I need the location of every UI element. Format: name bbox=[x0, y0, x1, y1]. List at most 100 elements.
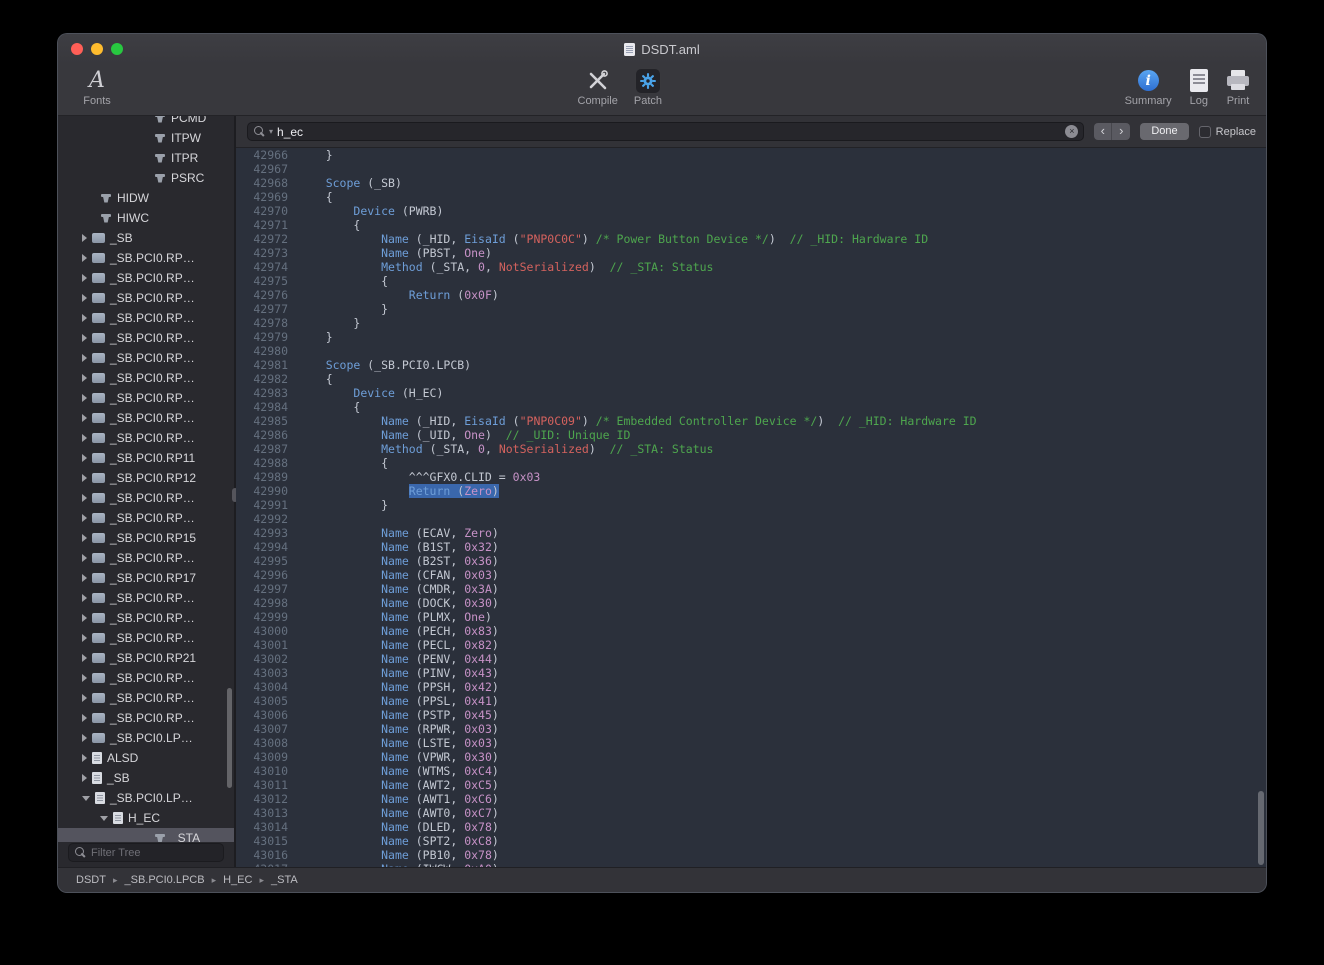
disclosure-triangle-icon[interactable] bbox=[82, 314, 87, 322]
disclosure-triangle-icon[interactable] bbox=[82, 614, 87, 622]
disclosure-triangle-icon[interactable] bbox=[82, 294, 87, 302]
disclosure-triangle-icon[interactable] bbox=[82, 594, 87, 602]
sidebar-item-_sb-pci0-lp-[interactable]: _SB.PCI0.LP… bbox=[58, 788, 234, 808]
replace-toggle[interactable]: Replace bbox=[1199, 126, 1256, 138]
patch-button[interactable]: Patch bbox=[634, 67, 662, 107]
sidebar-item-_sb-pci0-rp-[interactable]: _SB.PCI0.RP… bbox=[58, 608, 234, 628]
sidebar-item-_sb-pci0-rp17[interactable]: _SB.PCI0.RP17 bbox=[58, 568, 234, 588]
filter-tree-field[interactable]: Filter Tree bbox=[68, 843, 224, 862]
summary-button[interactable]: i Summary bbox=[1125, 67, 1172, 107]
sidebar-item-_sb-pci0-rp-[interactable]: _SB.PCI0.RP… bbox=[58, 708, 234, 728]
breadcrumb-item[interactable]: H_EC bbox=[223, 874, 252, 886]
sidebar-item-_sb-pci0-rp15[interactable]: _SB.PCI0.RP15 bbox=[58, 528, 234, 548]
titlebar[interactable]: DSDT.aml bbox=[58, 34, 1266, 64]
sidebar-item-_sb-pci0-rp-[interactable]: _SB.PCI0.RP… bbox=[58, 688, 234, 708]
sidebar-item-_sb-pci0-rp-[interactable]: _SB.PCI0.RP… bbox=[58, 408, 234, 428]
breadcrumb-item[interactable]: _STA bbox=[271, 874, 298, 886]
search-input[interactable]: h_ec bbox=[277, 125, 1061, 139]
tree-item-label: _SB.PCI0.RP… bbox=[110, 611, 195, 625]
log-button[interactable]: Log bbox=[1190, 67, 1208, 107]
sidebar-item-_sb-pci0-rp12[interactable]: _SB.PCI0.RP12 bbox=[58, 468, 234, 488]
disclosure-triangle-icon[interactable] bbox=[82, 514, 87, 522]
disclosure-triangle-icon[interactable] bbox=[82, 554, 87, 562]
disclosure-triangle-icon[interactable] bbox=[82, 234, 87, 242]
sidebar-item-h_ec[interactable]: H_EC bbox=[58, 808, 234, 828]
disclosure-triangle-icon[interactable] bbox=[82, 394, 87, 402]
clear-search-button[interactable]: × bbox=[1065, 125, 1078, 138]
disclosure-triangle-icon[interactable] bbox=[82, 454, 87, 462]
disclosure-triangle-icon[interactable] bbox=[82, 434, 87, 442]
sidebar-item-pcmd[interactable]: PCMD bbox=[58, 116, 234, 128]
method-icon bbox=[154, 133, 166, 144]
code-line: 42977 } bbox=[236, 302, 1266, 316]
sidebar-item-_sb[interactable]: _SB bbox=[58, 228, 234, 248]
minimize-button[interactable] bbox=[91, 43, 103, 55]
sidebar-item-_sb[interactable]: _SB bbox=[58, 768, 234, 788]
sidebar-item-_sb-pci0-rp-[interactable]: _SB.PCI0.RP… bbox=[58, 328, 234, 348]
disclosure-triangle-icon[interactable] bbox=[82, 334, 87, 342]
disclosure-triangle-icon[interactable] bbox=[82, 754, 87, 762]
disclosure-triangle-icon[interactable] bbox=[82, 634, 87, 642]
disclosure-triangle-icon[interactable] bbox=[82, 534, 87, 542]
sidebar-item-itpw[interactable]: ITPW bbox=[58, 128, 234, 148]
done-button[interactable]: Done bbox=[1140, 123, 1188, 140]
sidebar-item-_sb-pci0-rp-[interactable]: _SB.PCI0.RP… bbox=[58, 588, 234, 608]
line-number: 42976 bbox=[236, 288, 298, 302]
disclosure-triangle-icon[interactable] bbox=[82, 796, 90, 801]
print-button[interactable]: Print bbox=[1226, 67, 1250, 107]
sidebar-item-_sb-pci0-rp-[interactable]: _SB.PCI0.RP… bbox=[58, 308, 234, 328]
sidebar-item-_sb-pci0-rp-[interactable]: _SB.PCI0.RP… bbox=[58, 548, 234, 568]
sidebar-item-_sb-pci0-rp21[interactable]: _SB.PCI0.RP21 bbox=[58, 648, 234, 668]
replace-checkbox[interactable] bbox=[1199, 126, 1211, 138]
disclosure-triangle-icon[interactable] bbox=[82, 494, 87, 502]
editor-scrollbar-thumb[interactable] bbox=[1258, 791, 1264, 865]
line-number: 42999 bbox=[236, 610, 298, 624]
find-next-button[interactable]: › bbox=[1112, 123, 1130, 140]
code-line: 42996 Name (CFAN, 0x03) bbox=[236, 568, 1266, 582]
sidebar-item-_sb-pci0-rp-[interactable]: _SB.PCI0.RP… bbox=[58, 488, 234, 508]
disclosure-triangle-icon[interactable] bbox=[82, 674, 87, 682]
zoom-button[interactable] bbox=[111, 43, 123, 55]
sidebar-item-_sb-pci0-rp-[interactable]: _SB.PCI0.RP… bbox=[58, 428, 234, 448]
sidebar-item-_sb-pci0-rp-[interactable]: _SB.PCI0.RP… bbox=[58, 388, 234, 408]
sidebar-item-hidw[interactable]: HIDW bbox=[58, 188, 234, 208]
sidebar-item-_sb-pci0-rp-[interactable]: _SB.PCI0.RP… bbox=[58, 348, 234, 368]
sidebar-item-_sb-pci0-rp-[interactable]: _SB.PCI0.RP… bbox=[58, 288, 234, 308]
sidebar-scrollbar-thumb[interactable] bbox=[227, 688, 232, 788]
breadcrumb-item[interactable]: DSDT bbox=[76, 874, 106, 886]
sidebar-item-alsd[interactable]: ALSD bbox=[58, 748, 234, 768]
sidebar-item-_sb-pci0-rp-[interactable]: _SB.PCI0.RP… bbox=[58, 668, 234, 688]
disclosure-triangle-icon[interactable] bbox=[82, 354, 87, 362]
sidebar-item-_sb-pci0-lp-[interactable]: _SB.PCI0.LP… bbox=[58, 728, 234, 748]
sidebar-item-_sb-pci0-rp-[interactable]: _SB.PCI0.RP… bbox=[58, 628, 234, 648]
search-field[interactable]: ▾ h_ec × bbox=[247, 122, 1084, 141]
sidebar-item-_sb-pci0-rp-[interactable]: _SB.PCI0.RP… bbox=[58, 248, 234, 268]
disclosure-triangle-icon[interactable] bbox=[82, 714, 87, 722]
disclosure-triangle-icon[interactable] bbox=[100, 816, 108, 821]
sidebar-item-_sb-pci0-rp-[interactable]: _SB.PCI0.RP… bbox=[58, 508, 234, 528]
disclosure-triangle-icon[interactable] bbox=[82, 654, 87, 662]
search-options-chevron[interactable]: ▾ bbox=[269, 128, 273, 136]
disclosure-triangle-icon[interactable] bbox=[82, 694, 87, 702]
disclosure-triangle-icon[interactable] bbox=[82, 414, 87, 422]
disclosure-triangle-icon[interactable] bbox=[82, 274, 87, 282]
sidebar-item-_sta[interactable]: _STA bbox=[58, 828, 234, 842]
compile-button[interactable]: Compile bbox=[578, 67, 618, 107]
breadcrumb-item[interactable]: _SB.PCI0.LPCB bbox=[124, 874, 204, 886]
disclosure-triangle-icon[interactable] bbox=[82, 374, 87, 382]
sidebar-item-_sb-pci0-rp11[interactable]: _SB.PCI0.RP11 bbox=[58, 448, 234, 468]
disclosure-triangle-icon[interactable] bbox=[82, 774, 87, 782]
sidebar-item-_sb-pci0-rp-[interactable]: _SB.PCI0.RP… bbox=[58, 368, 234, 388]
disclosure-triangle-icon[interactable] bbox=[82, 574, 87, 582]
fonts-button[interactable]: A Fonts bbox=[72, 67, 122, 107]
disclosure-triangle-icon[interactable] bbox=[82, 254, 87, 262]
sidebar-item-hiwc[interactable]: HIWC bbox=[58, 208, 234, 228]
find-previous-button[interactable]: ‹ bbox=[1094, 123, 1112, 140]
disclosure-triangle-icon[interactable] bbox=[82, 734, 87, 742]
disclosure-triangle-icon[interactable] bbox=[82, 474, 87, 482]
sidebar-item-_sb-pci0-rp-[interactable]: _SB.PCI0.RP… bbox=[58, 268, 234, 288]
code-editor[interactable]: 42966 }4296742968 Scope (_SB)42969 {4297… bbox=[236, 148, 1266, 867]
sidebar-item-psrc[interactable]: PSRC bbox=[58, 168, 234, 188]
sidebar-item-itpr[interactable]: ITPR bbox=[58, 148, 234, 168]
close-button[interactable] bbox=[71, 43, 83, 55]
